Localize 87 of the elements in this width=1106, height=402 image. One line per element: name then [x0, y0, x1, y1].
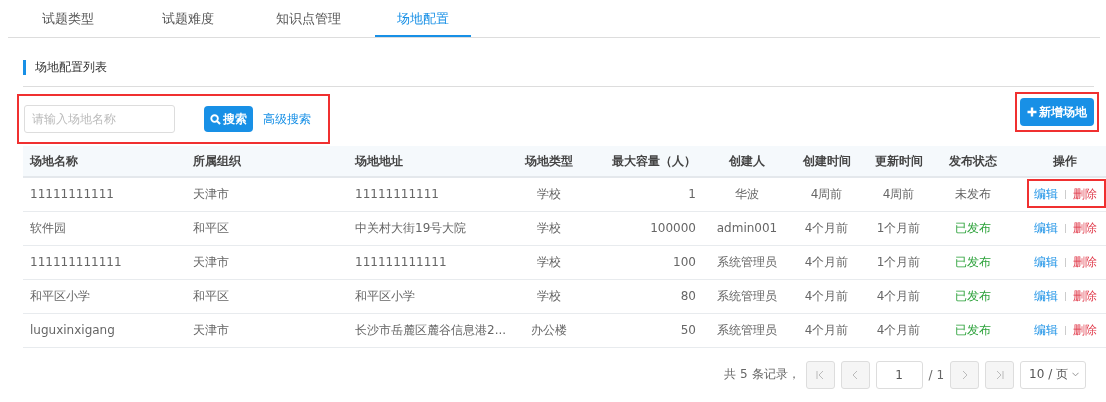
column-header: 最大容量（人）	[585, 146, 706, 177]
column-header: 所属组织	[186, 146, 348, 177]
table-cell: 4个月前	[865, 313, 932, 347]
table-cell: 学校	[513, 177, 585, 211]
table-cell: 4个月前	[865, 279, 932, 313]
page-field[interactable]: 1	[875, 360, 923, 389]
table-cell: 1	[585, 177, 706, 211]
edit-link[interactable]: 编辑	[1033, 219, 1058, 237]
table-cell: 和平区小学	[348, 279, 513, 313]
column-header: 创建时间	[788, 146, 865, 177]
table-cell: 华波	[706, 177, 788, 211]
column-header: 场地名称	[23, 146, 186, 177]
previous-page-button[interactable]	[840, 360, 870, 389]
search-button[interactable]: 搜索	[204, 106, 253, 132]
tab[interactable]: 试题类型	[8, 0, 128, 37]
table-cell: 系统管理员	[706, 279, 788, 313]
table-cell: 11111111111	[23, 177, 186, 211]
page-size-select[interactable]: 10 / 页	[1020, 360, 1086, 389]
table-cell: 学校	[513, 279, 585, 313]
tab[interactable]: 场地配置	[375, 0, 471, 37]
table-cell: 和平区	[186, 279, 348, 313]
tab[interactable]: 知识点管理	[248, 0, 368, 37]
table-cell: 办公楼	[513, 313, 585, 347]
page-total: / 1	[928, 367, 945, 382]
edit-link[interactable]: 编辑	[1033, 287, 1058, 305]
plus-icon	[1027, 107, 1037, 117]
column-header: 创建人	[706, 146, 788, 177]
table-cell: 80	[585, 279, 706, 313]
column-header: 发布状态	[932, 146, 1014, 177]
first-page-button[interactable]	[805, 360, 835, 389]
status-cell: 已发布	[932, 211, 1014, 245]
table-cell: admin001	[706, 211, 788, 245]
search-field[interactable]: 请输入场地名称	[24, 105, 175, 133]
edit-link[interactable]: 编辑	[1033, 253, 1058, 271]
table-cell: 系统管理员	[706, 313, 788, 347]
table-cell: luguxinxigang	[23, 313, 186, 347]
table-cell: 111111111111	[348, 245, 513, 279]
edit-link[interactable]: 编辑	[1033, 185, 1058, 203]
table-cell: 天津市	[186, 177, 348, 211]
table-cell: 4周前	[788, 177, 865, 211]
table-cell: 学校	[513, 211, 585, 245]
delete-link[interactable]: 删除	[1072, 185, 1097, 203]
status-cell: 已发布	[932, 279, 1014, 313]
table-cell: 长沙市岳麓区麓谷信息港2...	[348, 313, 513, 347]
table-cell: 中关村大街19号大院	[348, 211, 513, 245]
table-cell: 和平区	[186, 211, 348, 245]
status-cell: 已发布	[932, 313, 1014, 347]
table-cell: 系统管理员	[706, 245, 788, 279]
delete-link[interactable]: 删除	[1072, 321, 1097, 339]
next-page-button[interactable]	[950, 360, 980, 389]
advanced-search-link[interactable]: 高级搜索	[263, 110, 311, 128]
section-title: 场地配置列表	[23, 60, 1094, 75]
table-cell: 1个月前	[865, 211, 932, 245]
last-page-button[interactable]	[985, 360, 1015, 389]
table-cell: 天津市	[186, 313, 348, 347]
first-page-icon	[815, 369, 826, 380]
table-cell: 111111111111	[23, 245, 186, 279]
delete-link[interactable]: 删除	[1072, 287, 1097, 305]
table-cell: 50	[585, 313, 706, 347]
delete-link[interactable]: 删除	[1072, 219, 1097, 237]
column-header: 操作	[1014, 146, 1106, 177]
table-cell: 11111111111	[348, 177, 513, 211]
table-cell: 天津市	[186, 245, 348, 279]
table-cell: 100000	[585, 211, 706, 245]
status-cell: 已发布	[932, 245, 1014, 279]
column-header: 更新时间	[865, 146, 932, 177]
table-cell: 4个月前	[788, 245, 865, 279]
table-cell: 4个月前	[788, 211, 865, 245]
table-cell: 4个月前	[788, 313, 865, 347]
tab[interactable]: 试题难度	[128, 0, 248, 37]
column-header: 场地地址	[348, 146, 513, 177]
table-cell: 4个月前	[788, 279, 865, 313]
table-cell: 软件园	[23, 211, 186, 245]
record-count: 共 5 条记录，	[724, 366, 800, 383]
search-icon	[210, 113, 221, 125]
delete-link[interactable]: 删除	[1072, 253, 1097, 271]
table-cell: 100	[585, 245, 706, 279]
edit-link[interactable]: 编辑	[1033, 321, 1058, 339]
table-cell: 4周前	[865, 177, 932, 211]
last-page-icon	[994, 369, 1005, 380]
table-cell: 和平区小学	[23, 279, 186, 313]
table-cell: 学校	[513, 245, 585, 279]
chevron-down-icon	[1072, 372, 1079, 377]
column-header: 场地类型	[513, 146, 585, 177]
add-button[interactable]: 新增场地	[1020, 98, 1094, 126]
table-cell: 1个月前	[865, 245, 932, 279]
status-cell: 未发布	[932, 177, 1014, 211]
